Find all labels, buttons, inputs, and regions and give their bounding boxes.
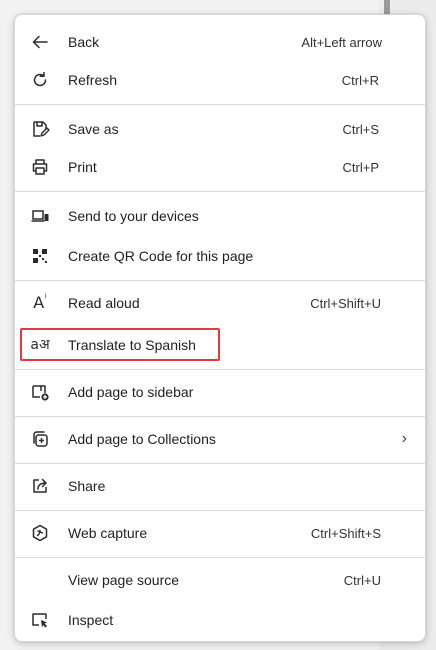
refresh-icon [29, 69, 51, 91]
read-aloud-glyph: A [33, 293, 45, 312]
menu-item-label: Share [68, 478, 106, 494]
chevron-right-icon: › [401, 430, 407, 447]
menu-item-label: Send to your devices [68, 208, 199, 224]
shortcut-text: Alt+Left arrow [301, 34, 382, 50]
inspect-icon [29, 609, 51, 631]
share-icon [29, 475, 51, 497]
menu-item-label: Print [68, 159, 97, 175]
menu-item-label: Read aloud [68, 295, 140, 311]
menu-item-label: Save as [68, 121, 119, 137]
shortcut-text: Ctrl+Shift+U [310, 295, 381, 311]
menu-item-save-as[interactable]: Save as Ctrl+S [15, 110, 425, 148]
read-aloud-icon: A ⁾ [29, 292, 51, 314]
menu-item-label: Translate to Spanish [68, 337, 196, 353]
shortcut-text: Ctrl+S [342, 121, 379, 137]
shortcut-text: Ctrl+R [341, 72, 379, 88]
menu-item-translate[interactable]: aअ Translate to Spanish [15, 326, 425, 364]
menu-item-label: Refresh [68, 72, 118, 88]
collections-icon [29, 428, 51, 450]
menu-item-inspect[interactable]: Inspect [15, 601, 425, 639]
shortcut-text: Ctrl+Shift+S [310, 525, 381, 541]
menu-item-send-to-devices[interactable]: Send to your devices [15, 197, 425, 235]
menu-divider [15, 416, 425, 417]
shortcut-text: Ctrl+U [343, 572, 381, 588]
qr-code-icon [29, 245, 51, 267]
menu-item-print[interactable]: Print Ctrl+P [15, 148, 425, 186]
translate-icon: aअ [29, 334, 51, 356]
menu-item-add-to-collections[interactable]: Add page to Collections › [15, 420, 425, 458]
menu-divider [15, 463, 425, 464]
menu-item-refresh[interactable]: Refresh Ctrl+R [15, 61, 425, 99]
menu-item-back[interactable]: Back Alt+Left arrow [15, 23, 425, 61]
web-capture-icon [29, 522, 51, 544]
menu-item-create-qr-code[interactable]: Create QR Code for this page [15, 237, 425, 275]
menu-item-label: Back [68, 34, 100, 50]
menu-item-label: Create QR Code for this page [68, 248, 254, 264]
menu-item-label: View page source [68, 572, 180, 588]
back-arrow-icon [29, 31, 51, 53]
add-to-sidebar-icon [29, 381, 51, 403]
menu-item-add-to-sidebar[interactable]: Add page to sidebar [15, 373, 425, 411]
menu-item-share[interactable]: Share [15, 467, 425, 505]
context-menu: Back Alt+Left arrow Refresh Ctrl+R Save … [14, 14, 426, 642]
menu-item-read-aloud[interactable]: A ⁾ Read aloud Ctrl+Shift+U [15, 284, 425, 322]
menu-item-label: Add page to Collections [68, 431, 216, 447]
menu-item-label: Inspect [68, 612, 114, 628]
print-icon [29, 156, 51, 178]
translate-glyph: aअ [30, 337, 50, 353]
menu-item-label: Add page to sidebar [68, 384, 194, 400]
menu-divider [15, 369, 425, 370]
menu-divider [15, 557, 425, 558]
read-aloud-wave: ⁾ [44, 293, 47, 304]
menu-item-view-page-source[interactable]: View page source Ctrl+U [15, 561, 425, 599]
menu-item-web-capture[interactable]: Web capture Ctrl+Shift+S [15, 514, 425, 552]
menu-item-label: Web capture [68, 525, 148, 541]
send-to-devices-icon [29, 205, 51, 227]
menu-divider [15, 280, 425, 281]
scrollbar-thumb[interactable] [384, 0, 390, 14]
menu-divider [15, 510, 425, 511]
menu-divider [15, 191, 425, 192]
shortcut-text: Ctrl+P [342, 159, 379, 175]
save-as-icon [29, 118, 51, 140]
menu-divider [15, 104, 425, 105]
